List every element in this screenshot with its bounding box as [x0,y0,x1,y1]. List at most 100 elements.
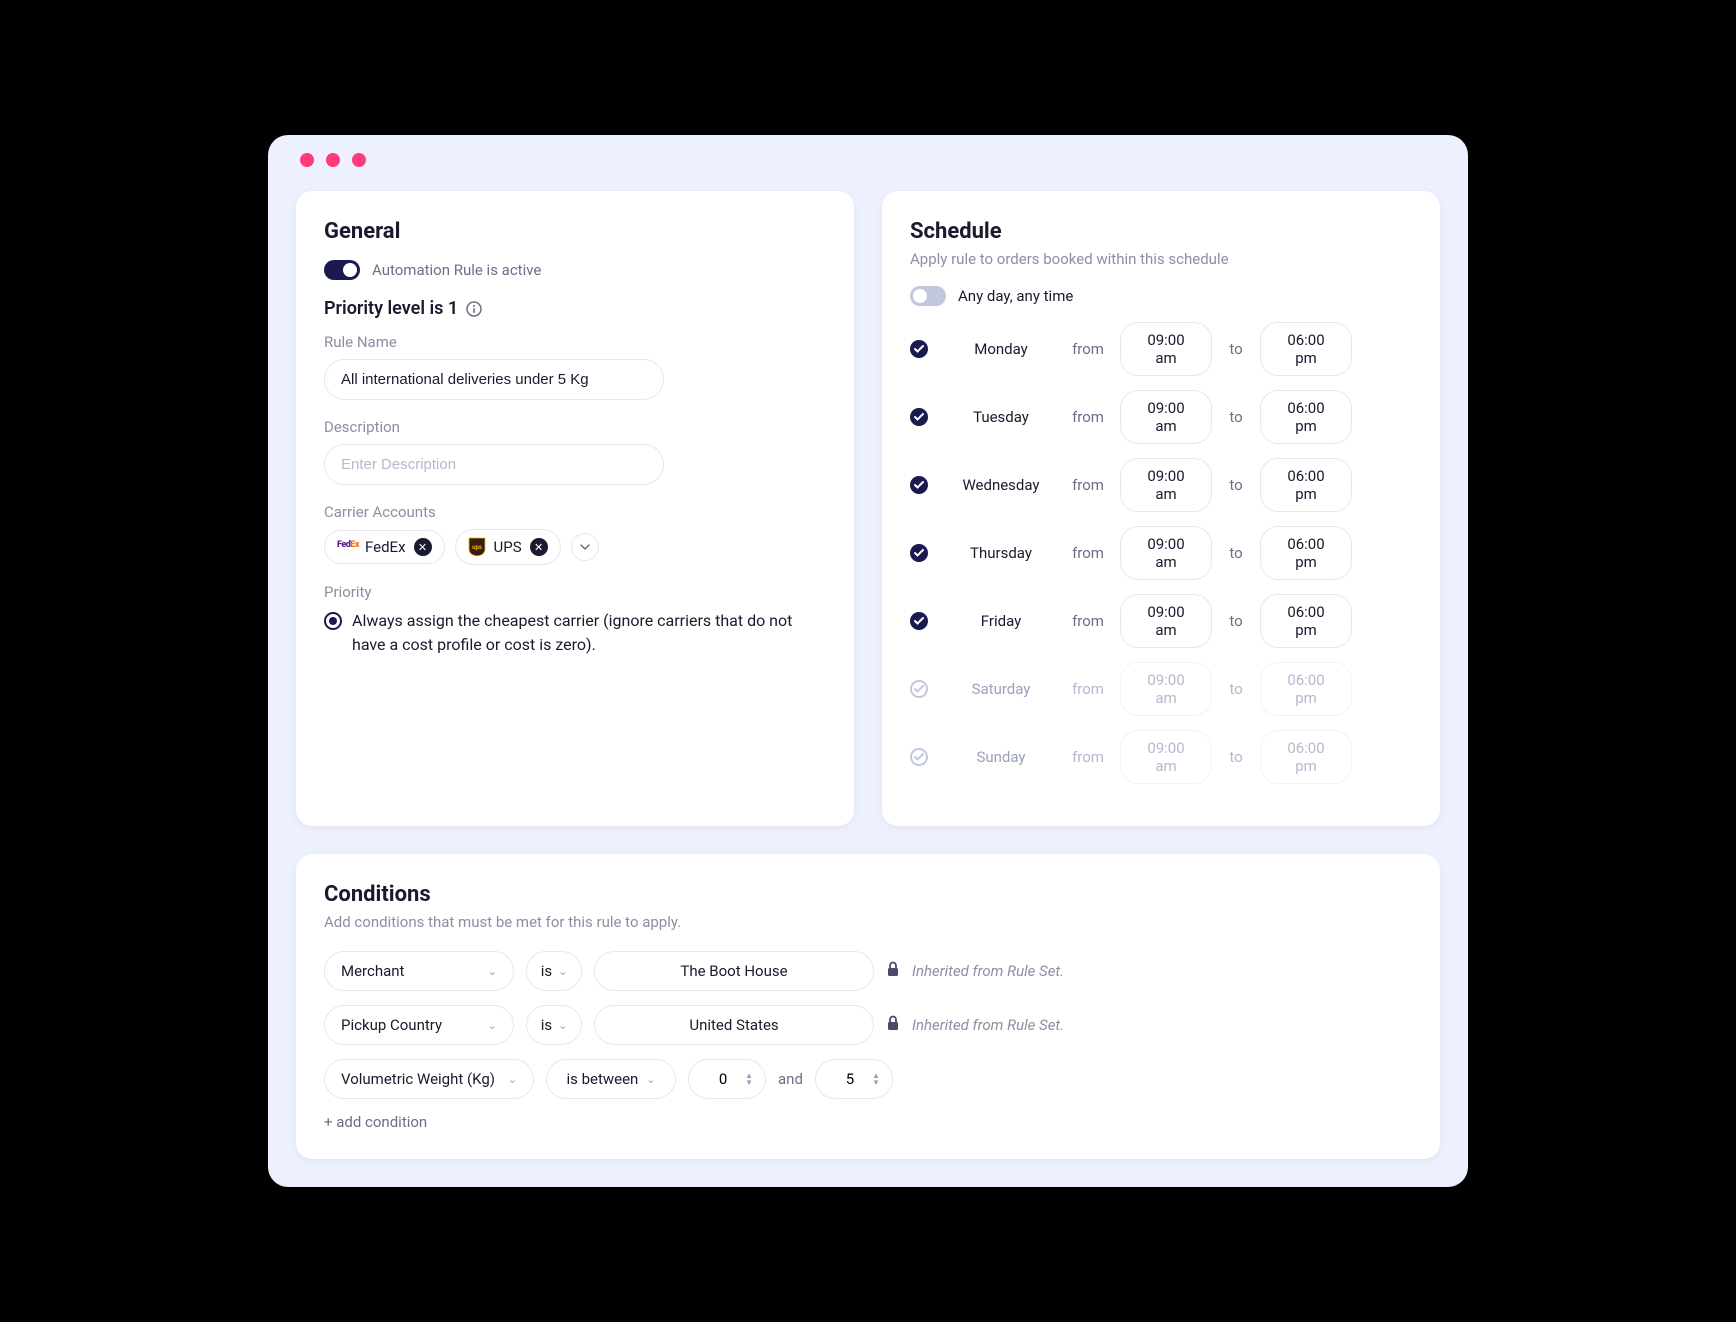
stepper-icon[interactable]: ▲▼ [745,1072,753,1086]
priority-label: Priority [324,583,826,601]
condition-value-select[interactable]: The Boot House [594,951,874,991]
schedule-row: Saturday from 09:00 am to 06:00 pm [910,662,1412,716]
condition-field-select[interactable]: Volumetric Weight (Kg) ⌄ [324,1059,534,1099]
close-window-dot[interactable] [300,153,314,167]
carrier-chip-fedex: FedEx FedEx ✕ [324,530,445,564]
day-name: Friday [946,612,1056,630]
chevron-down-icon [580,544,590,550]
to-word: to [1224,340,1248,358]
day-enabled-toggle[interactable] [910,748,928,766]
condition-row: Pickup Country⌄ is⌄ United States Inherited… [324,1005,1412,1045]
lock-icon [886,1015,900,1035]
general-card: General Automation Rule is active Priori… [296,191,854,826]
chevron-down-icon: ⌄ [558,965,567,978]
remove-carrier-ups[interactable]: ✕ [530,538,548,556]
day-enabled-toggle[interactable] [910,476,928,494]
to-time-input[interactable]: 06:00 pm [1260,594,1352,648]
chevron-down-icon: ⌄ [488,1019,497,1032]
rule-name-label: Rule Name [324,333,826,351]
condition-operator-select[interactable]: is⌄ [526,951,582,991]
rule-name-input[interactable] [324,359,664,400]
to-word: to [1224,680,1248,698]
chevron-down-icon: ⌄ [488,965,497,978]
inherited-note: Inherited from Rule Set. [912,1016,1064,1034]
info-icon[interactable] [466,301,482,317]
to-time-input[interactable]: 06:00 pm [1260,730,1352,784]
from-time-input[interactable]: 09:00 am [1120,322,1212,376]
carrier-chip-ups: ups UPS ✕ [455,529,561,565]
from-word: from [1068,680,1108,698]
remove-carrier-fedex[interactable]: ✕ [414,538,432,556]
anytime-toggle[interactable] [910,286,946,306]
schedule-row: Sunday from 09:00 am to 06:00 pm [910,730,1412,784]
svg-text:ups: ups [472,544,482,551]
condition-field-select[interactable]: Pickup Country⌄ [324,1005,514,1045]
description-input[interactable] [324,444,664,485]
from-time-input[interactable]: 09:00 am [1120,594,1212,648]
range-and-word: and [778,1070,803,1088]
from-word: from [1068,340,1108,358]
chevron-down-icon: ⌄ [558,1019,567,1032]
to-time-input[interactable]: 06:00 pm [1260,662,1352,716]
carrier-chip-label: FedEx [365,538,406,556]
priority-cheapest-radio[interactable] [324,612,342,630]
schedule-subtitle: Apply rule to orders booked within this … [910,250,1412,268]
from-time-input[interactable]: 09:00 am [1120,662,1212,716]
from-time-input[interactable]: 09:00 am [1120,730,1212,784]
add-condition-button[interactable]: + add condition [324,1113,1412,1131]
day-enabled-toggle[interactable] [910,612,928,630]
add-carrier-dropdown[interactable] [571,533,599,561]
rule-active-toggle[interactable] [324,260,360,280]
description-label: Description [324,418,826,436]
carrier-accounts-label: Carrier Accounts [324,503,826,521]
conditions-subtitle: Add conditions that must be met for this… [324,913,1412,931]
to-word: to [1224,476,1248,494]
condition-operator-select[interactable]: is⌄ [526,1005,582,1045]
rule-active-label: Automation Rule is active [372,261,541,279]
day-enabled-toggle[interactable] [910,340,928,358]
schedule-title: Schedule [910,219,1412,244]
general-title: General [324,219,826,244]
from-time-input[interactable]: 09:00 am [1120,526,1212,580]
conditions-title: Conditions [324,882,1412,907]
from-time-input[interactable]: 09:00 am [1120,390,1212,444]
range-from-input[interactable]: 0 ▲▼ [688,1059,766,1099]
condition-row: Merchant⌄is⌄The Boot HouseInherited from… [324,951,1412,991]
day-name: Sunday [946,748,1056,766]
minimize-window-dot[interactable] [326,153,340,167]
window-frame: General Automation Rule is active Priori… [268,135,1468,1187]
conditions-card: Conditions Add conditions that must be m… [296,854,1440,1159]
condition-operator-select[interactable]: is between ⌄ [546,1059,676,1099]
schedule-row: Monday from 09:00 am to 06:00 pm [910,322,1412,376]
fedex-logo-icon: FedEx [337,540,357,554]
day-name: Monday [946,340,1056,358]
stepper-icon[interactable]: ▲▼ [872,1072,880,1086]
condition-value-select[interactable]: United States [594,1005,874,1045]
range-to-input[interactable]: 5 ▲▼ [815,1059,893,1099]
lock-icon [886,961,900,981]
carrier-chip-label: UPS [494,538,522,556]
from-word: from [1068,476,1108,494]
condition-field-select[interactable]: Merchant⌄ [324,951,514,991]
traffic-lights [296,153,1440,167]
schedule-row: Wednesday from 09:00 am to 06:00 pm [910,458,1412,512]
day-name: Tuesday [946,408,1056,426]
priority-level-text: Priority level is 1 [324,298,458,319]
to-time-input[interactable]: 06:00 pm [1260,458,1352,512]
from-time-input[interactable]: 09:00 am [1120,458,1212,512]
day-enabled-toggle[interactable] [910,680,928,698]
to-time-input[interactable]: 06:00 pm [1260,322,1352,376]
to-time-input[interactable]: 06:00 pm [1260,390,1352,444]
schedule-row: Thursdayfrom09:00 amto06:00 pm [910,526,1412,580]
day-enabled-toggle[interactable] [910,544,928,562]
from-word: from [1068,408,1108,426]
to-word: to [1224,748,1248,766]
day-enabled-toggle[interactable] [910,408,928,426]
day-name: Saturday [946,680,1056,698]
day-name: Wednesday [946,476,1056,494]
ups-logo-icon: ups [468,537,486,557]
maximize-window-dot[interactable] [352,153,366,167]
schedule-card: Schedule Apply rule to orders booked wit… [882,191,1440,826]
from-word: from [1068,748,1108,766]
to-time-input[interactable]: 06:00 pm [1260,526,1352,580]
